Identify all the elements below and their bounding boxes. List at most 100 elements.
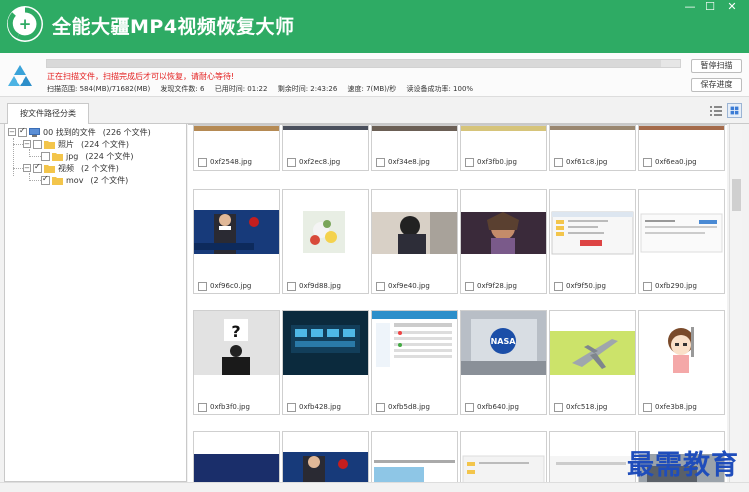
tree-label: jpg <box>66 151 79 161</box>
thumbnail-image <box>194 190 279 277</box>
tree-checkbox[interactable] <box>41 174 50 185</box>
thumbnail-card[interactable]: ? 0xfb3f0.jpg <box>193 310 280 415</box>
tab-by-path[interactable]: 按文件路径分类 <box>7 103 89 124</box>
thumbnail-checkbox[interactable] <box>643 402 652 412</box>
thumbnail-image <box>639 311 724 398</box>
thumbnail-checkbox[interactable] <box>643 157 652 167</box>
thumbnail-image <box>194 126 279 153</box>
save-progress-button[interactable]: 保存进度 <box>691 78 742 92</box>
tree-checkbox[interactable] <box>33 162 42 173</box>
thumbnail-checkbox[interactable] <box>198 402 207 412</box>
tree-checkbox[interactable] <box>18 126 27 137</box>
thumbnail-image <box>461 126 546 153</box>
thumbnail-card[interactable]: 0xf2ec8.jpg <box>282 125 369 171</box>
grid-view-icon[interactable] <box>727 103 742 118</box>
thumbnail-card[interactable]: 0xf2548.jpg <box>193 125 280 171</box>
thumbnail-image <box>372 311 457 398</box>
thumbnail-checkbox[interactable] <box>376 402 385 412</box>
thumbnail-checkbox[interactable] <box>198 281 207 291</box>
thumbnail-checkbox[interactable] <box>465 157 474 167</box>
tree-node-jpg[interactable]: jpg (224 个文件) <box>41 150 133 162</box>
thumbnail-checkbox[interactable] <box>643 281 652 291</box>
filename: 0xf2548.jpg <box>210 158 252 166</box>
tree-label: 照片 <box>58 139 74 149</box>
thumbnail-card[interactable]: 0xf34e8.jpg <box>371 125 458 171</box>
tree-count: (2 个文件) <box>90 175 129 185</box>
tree-node-root[interactable]: − 00 找到的文件 (226 个文件) <box>8 126 151 138</box>
thumbnail-card[interactable]: 0xf9f28.jpg <box>460 189 547 294</box>
thumbnail-checkbox[interactable] <box>554 281 563 291</box>
pause-scan-button[interactable]: 暂停扫描 <box>691 59 742 73</box>
thumbnail-card[interactable]: 0xfe3b8.jpg <box>638 310 725 415</box>
tree-node-video[interactable]: − 视频 (2 个文件) <box>23 162 119 174</box>
filename: 0xf9f50.jpg <box>566 282 606 290</box>
thumbnail-checkbox[interactable] <box>376 281 385 291</box>
scan-progress-bar <box>46 59 681 68</box>
thumbnail-checkbox[interactable] <box>287 402 296 412</box>
thumbnail-image <box>639 126 724 153</box>
thumbnail-image <box>461 190 546 277</box>
tree-line <box>13 144 23 145</box>
tree-checkbox[interactable] <box>41 151 50 161</box>
minimize-icon[interactable]: — <box>679 0 701 14</box>
thumbnail-checkbox[interactable] <box>554 402 563 412</box>
collapse-icon[interactable]: − <box>23 140 31 148</box>
thumbnail-label: 0xf2548.jpg <box>194 153 279 171</box>
thumbnail-label: 0xf2ec8.jpg <box>283 153 368 171</box>
tree-node-mov[interactable]: mov (2 个文件) <box>41 174 128 186</box>
thumbnail-label: 0xf9e40.jpg <box>372 277 457 295</box>
thumbnail-image <box>194 432 279 482</box>
thumbnail-card[interactable]: 0xf6ea0.jpg <box>638 125 725 171</box>
thumbnail-card[interactable] <box>282 431 369 482</box>
collapse-icon[interactable]: − <box>23 164 31 172</box>
thumbnail-checkbox[interactable] <box>376 157 385 167</box>
thumbnail-checkbox[interactable] <box>287 157 296 167</box>
thumbnail-image <box>550 190 635 277</box>
thumbnail-checkbox[interactable] <box>554 157 563 167</box>
thumbnail-card[interactable]: 0xf3fb0.jpg <box>460 125 547 171</box>
thumbnail-card[interactable] <box>549 431 636 482</box>
collapse-icon[interactable]: − <box>8 128 16 136</box>
filename: 0xf9e40.jpg <box>388 282 430 290</box>
thumbnail-card[interactable] <box>460 431 547 482</box>
thumbnail-card[interactable]: 0xfb5d8.jpg <box>371 310 458 415</box>
thumbnail-card[interactable]: 0xfc518.jpg <box>549 310 636 415</box>
app-title: 全能大疆MP4视频恢复大师 <box>52 16 295 38</box>
thumbnail-card[interactable]: 0xf9f50.jpg <box>549 189 636 294</box>
title-bar: + 全能大疆MP4视频恢复大师 — ☐ ✕ <box>0 0 749 53</box>
thumbnail-card[interactable]: NASA 0xfb640.jpg <box>460 310 547 415</box>
thumbnail-card[interactable]: 0xfb290.jpg <box>638 189 725 294</box>
thumbnail-image <box>550 126 635 153</box>
thumbnail-card[interactable] <box>371 431 458 482</box>
tree-count: (224 个文件) <box>85 151 134 161</box>
filename: 0xfb428.jpg <box>299 403 341 411</box>
tree-checkbox[interactable] <box>33 139 42 149</box>
thumbnail-card[interactable]: 0xfb428.jpg <box>282 310 369 415</box>
scrollbar-thumb[interactable] <box>732 179 741 211</box>
thumbnail-image: NASA <box>461 311 546 398</box>
thumbnail-card[interactable]: 0xf61c8.jpg <box>549 125 636 171</box>
thumbnail-label: 0xfb290.jpg <box>639 277 724 295</box>
filename: 0xf6ea0.jpg <box>655 158 697 166</box>
close-icon[interactable]: ✕ <box>721 0 743 14</box>
scan-status-panel: 正在扫描文件，扫描完成后才可以恢复，请耐心等待! 扫描范围: 584(MB)/7… <box>0 53 749 97</box>
list-view-icon[interactable] <box>709 104 723 117</box>
thumbnail-label: 0xfb5d8.jpg <box>372 398 457 416</box>
thumbnail-card[interactable] <box>193 431 280 482</box>
filename: 0xfb290.jpg <box>655 282 697 290</box>
maximize-icon[interactable]: ☐ <box>699 0 721 14</box>
thumbnail-card[interactable]: 0xf9e40.jpg <box>371 189 458 294</box>
thumbnail-checkbox[interactable] <box>465 281 474 291</box>
thumbnail-label: 0xf3fb0.jpg <box>461 153 546 171</box>
thumbnail-checkbox[interactable] <box>465 402 474 412</box>
thumbnail-image <box>372 190 457 277</box>
thumbnail-checkbox[interactable] <box>287 281 296 291</box>
scan-range: 扫描范围: 584(MB)/71682(MB) <box>47 85 151 93</box>
thumbnail-card[interactable]: 0xf9d88.jpg <box>282 189 369 294</box>
vertical-scrollbar[interactable] <box>729 124 742 482</box>
footer-bar <box>0 482 749 492</box>
filename: 0xfb640.jpg <box>477 403 519 411</box>
thumbnail-card[interactable]: 0xf96c0.jpg <box>193 189 280 294</box>
tree-node-photos[interactable]: − 照片 (224 个文件) <box>23 138 129 150</box>
thumbnail-checkbox[interactable] <box>198 157 207 167</box>
